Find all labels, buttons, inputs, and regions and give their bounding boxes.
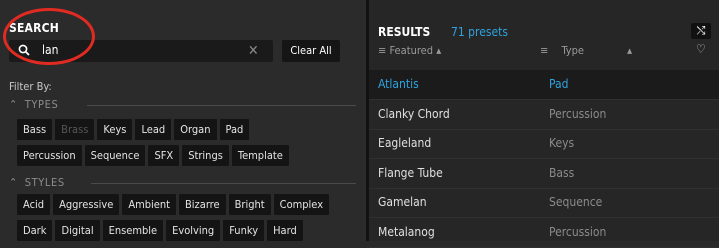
preset-name: Clanky Chord xyxy=(378,106,450,121)
preset-name: Gamelan xyxy=(378,195,427,209)
types-filter-chip[interactable]: Brass xyxy=(55,119,95,140)
sort-up-icon: ▴ xyxy=(627,44,633,57)
preset-row[interactable]: Flange Tube Bass xyxy=(369,159,719,188)
types-filter-chip[interactable]: Template xyxy=(231,145,289,166)
highlight-circle xyxy=(3,8,95,65)
preset-name: Flange Tube xyxy=(378,165,443,180)
styles-row-2: Dark Digital Ensemble Evolving Funky Hard xyxy=(17,220,303,241)
preset-type: Sequence xyxy=(549,195,603,209)
results-panel: RESULTS 71 presets ⤭ ≡ Featured ▴ ≡ Type… xyxy=(369,0,719,248)
featured-column-header[interactable]: ≡ Featured ▴ xyxy=(378,44,441,57)
search-panel: SEARCH lan ✕ Clear All Filter By: ⌃ TYPE… xyxy=(0,0,366,241)
styles-filter-chip[interactable]: Evolving xyxy=(166,220,221,241)
styles-filter-chip[interactable]: Bizarre xyxy=(179,194,226,215)
chevron-up-icon: ⌃ xyxy=(9,98,18,111)
chevron-up-icon: ⌃ xyxy=(9,176,18,189)
results-title: RESULTS xyxy=(378,25,431,39)
preset-row[interactable]: Atlantis Pad xyxy=(369,70,719,99)
preset-row[interactable]: Eagleland Keys xyxy=(369,129,719,158)
types-filter-chip[interactable]: Organ xyxy=(174,119,217,140)
preset-name: Metalanog xyxy=(378,224,435,239)
types-row-1: Bass Brass Keys Lead Organ Pad xyxy=(17,119,250,140)
filter-by-label: Filter By: xyxy=(9,80,52,93)
row-divider xyxy=(369,246,719,248)
types-filter-chip[interactable]: Sequence xyxy=(84,145,146,166)
types-filter-chip[interactable]: Keys xyxy=(97,119,133,140)
styles-filter-chip[interactable]: Ambient xyxy=(122,194,177,215)
types-filter-chip[interactable]: Percussion xyxy=(17,145,82,166)
divider xyxy=(91,183,356,184)
styles-filter-chip[interactable]: Aggressive xyxy=(53,194,120,215)
styles-filter-chip[interactable]: Ensemble xyxy=(102,220,164,241)
preset-type: Keys xyxy=(549,136,575,150)
preset-row[interactable]: Metalanog Percussion xyxy=(369,218,719,247)
styles-section-header[interactable]: ⌃ STYLES xyxy=(9,176,356,190)
styles-filter-chip[interactable]: Dark xyxy=(17,220,53,241)
styles-filter-chip[interactable]: Funky xyxy=(223,220,265,241)
clear-search-icon[interactable]: ✕ xyxy=(248,43,259,59)
menu-icon: ≡ xyxy=(378,44,387,57)
styles-filter-chip[interactable]: Complex xyxy=(273,194,330,215)
preset-row[interactable]: Clanky Chord Percussion xyxy=(369,100,719,129)
divider xyxy=(87,105,356,106)
results-count: 71 presets xyxy=(451,25,508,39)
styles-row-1: Acid Aggressive Ambient Bizarre Bright Comple… xyxy=(17,194,330,215)
types-filter-chip[interactable]: Lead xyxy=(135,119,172,140)
type-column-header[interactable]: ≡ Type ▴ xyxy=(540,44,632,57)
preset-type: Percussion xyxy=(549,106,607,121)
preset-type: Pad xyxy=(549,77,569,91)
sort-up-icon: ▴ xyxy=(436,44,442,57)
menu-icon: ≡ xyxy=(540,44,549,57)
clear-all-button[interactable]: Clear All xyxy=(282,40,340,62)
featured-label: Featured xyxy=(389,44,434,57)
types-filter-chip[interactable]: SFX xyxy=(148,145,180,166)
preset-name: Eagleland xyxy=(378,136,432,150)
types-row-2: Percussion Sequence SFX Strings Template xyxy=(17,145,289,166)
styles-filter-chip[interactable]: Digital xyxy=(55,220,100,241)
types-filter-chip[interactable]: Pad xyxy=(219,119,250,140)
styles-header-label: STYLES xyxy=(24,176,65,189)
types-header-label: TYPES xyxy=(24,98,59,111)
heart-icon[interactable]: ♡ xyxy=(696,42,706,56)
types-section-header[interactable]: ⌃ TYPES xyxy=(9,98,356,112)
shuffle-icon[interactable]: ⤭ xyxy=(691,23,711,39)
types-filter-chip[interactable]: Strings xyxy=(182,145,229,166)
styles-filter-chip[interactable]: Bright xyxy=(228,194,271,215)
preset-type: Percussion xyxy=(549,224,607,239)
preset-type: Bass xyxy=(549,165,575,180)
preset-row[interactable]: Gamelan Sequence xyxy=(369,188,719,217)
styles-filter-chip[interactable]: Hard xyxy=(267,220,303,241)
styles-filter-chip[interactable]: Acid xyxy=(17,194,51,215)
preset-name: Atlantis xyxy=(378,77,419,91)
types-filter-chip[interactable]: Bass xyxy=(17,119,53,140)
type-label: Type xyxy=(561,44,585,57)
